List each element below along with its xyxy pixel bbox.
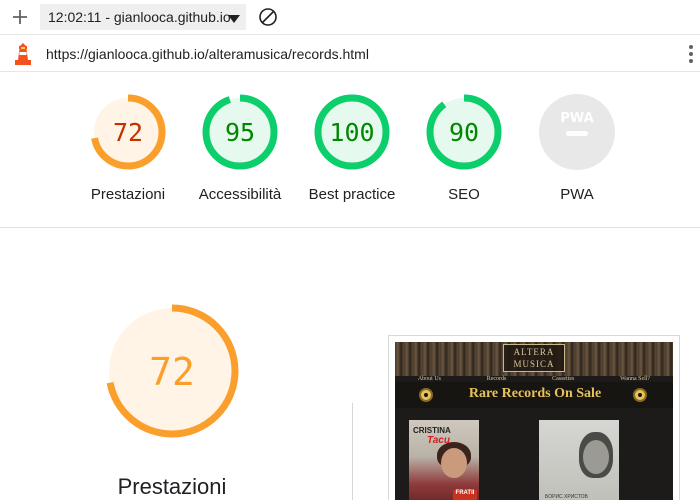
gauge-best-practices-label: Best practice	[308, 186, 396, 203]
gauge-best-practices-ring: 100	[314, 94, 390, 170]
gauge-performance-ring: 72	[90, 94, 166, 170]
album-cover-1: CRISTINA Tacu FRATII	[409, 420, 479, 500]
page-url[interactable]: https://gianlooca.github.io/alteramusica…	[46, 46, 369, 62]
url-bar: https://gianlooca.github.io/alteramusica…	[0, 34, 700, 72]
score-gauges: 72 Prestazioni 95 Accessibilità 100 Best…	[0, 72, 700, 228]
gauge-seo-ring: 90	[426, 94, 502, 170]
gauge-performance[interactable]: 72 Prestazioni	[73, 92, 183, 203]
thumbnail-logo-line1: ALTERA	[513, 347, 555, 357]
section-divider	[352, 403, 353, 500]
report-selector-label: 12:02:11 - gianlooca.github.io	[48, 9, 231, 25]
gauge-seo-label: SEO	[448, 186, 480, 203]
gauge-seo[interactable]: 90 SEO	[409, 92, 519, 203]
thumbnail-logo: ALTERA MUSICA	[503, 344, 565, 372]
gauge-accessibility-score: 95	[225, 118, 255, 147]
more-vert-icon[interactable]	[686, 43, 696, 65]
vinyl-disc-icon	[419, 388, 433, 402]
performance-big-label: Prestazioni	[117, 474, 227, 499]
album-cover-1-artist: CRISTINA	[413, 426, 451, 435]
thumbnail-logo-line2: MUSICA	[513, 359, 555, 369]
album-cover-1-tag: FRATII	[453, 490, 477, 500]
pwa-badge-text: PWA	[560, 111, 593, 126]
gauge-seo-score: 90	[449, 118, 479, 147]
gauge-accessibility-ring: 95	[202, 94, 278, 170]
final-screenshot: ALTERA MUSICA About Us Records Cassettes…	[388, 335, 680, 500]
report-selector[interactable]: 12:02:11 - gianlooca.github.io	[40, 4, 246, 30]
report-toolbar: 12:02:11 - gianlooca.github.io	[0, 0, 700, 34]
page-screenshot-thumbnail: ALTERA MUSICA About Us Records Cassettes…	[395, 342, 673, 500]
caret-down-icon	[228, 11, 240, 27]
gauge-pwa[interactable]: PWA PWA	[522, 92, 632, 203]
gauge-best-practices[interactable]: 100 Best practice	[297, 92, 407, 203]
gauge-performance-score: 72	[113, 118, 143, 147]
gauge-accessibility-label: Accessibilità	[198, 186, 282, 203]
gauge-pwa-label: PWA	[560, 186, 594, 203]
block-icon[interactable]	[256, 5, 280, 29]
pwa-icon: PWA	[539, 94, 615, 170]
performance-big-ring: 72	[105, 304, 239, 438]
album-cover-2-text: БОРИС ХРИСТОВ	[545, 494, 588, 500]
album-cover-2: БОРИС ХРИСТОВ	[539, 420, 619, 500]
performance-big-score: 72	[149, 350, 195, 394]
plus-icon[interactable]	[8, 5, 32, 29]
gauge-best-practices-score: 100	[329, 118, 374, 147]
vinyl-disc-icon	[633, 388, 647, 402]
performance-big-gauge[interactable]: 72	[100, 299, 244, 443]
lighthouse-icon	[12, 42, 34, 66]
gauge-accessibility[interactable]: 95 Accessibilità	[185, 92, 295, 203]
album-cover-1-name: Tacu	[427, 435, 450, 446]
performance-section: 72 Prestazioni ALTERA MUSICA About Us Re…	[0, 229, 700, 500]
thumbnail-title: Rare Records On Sale	[468, 386, 602, 401]
gauge-performance-label: Prestazioni	[90, 186, 166, 203]
